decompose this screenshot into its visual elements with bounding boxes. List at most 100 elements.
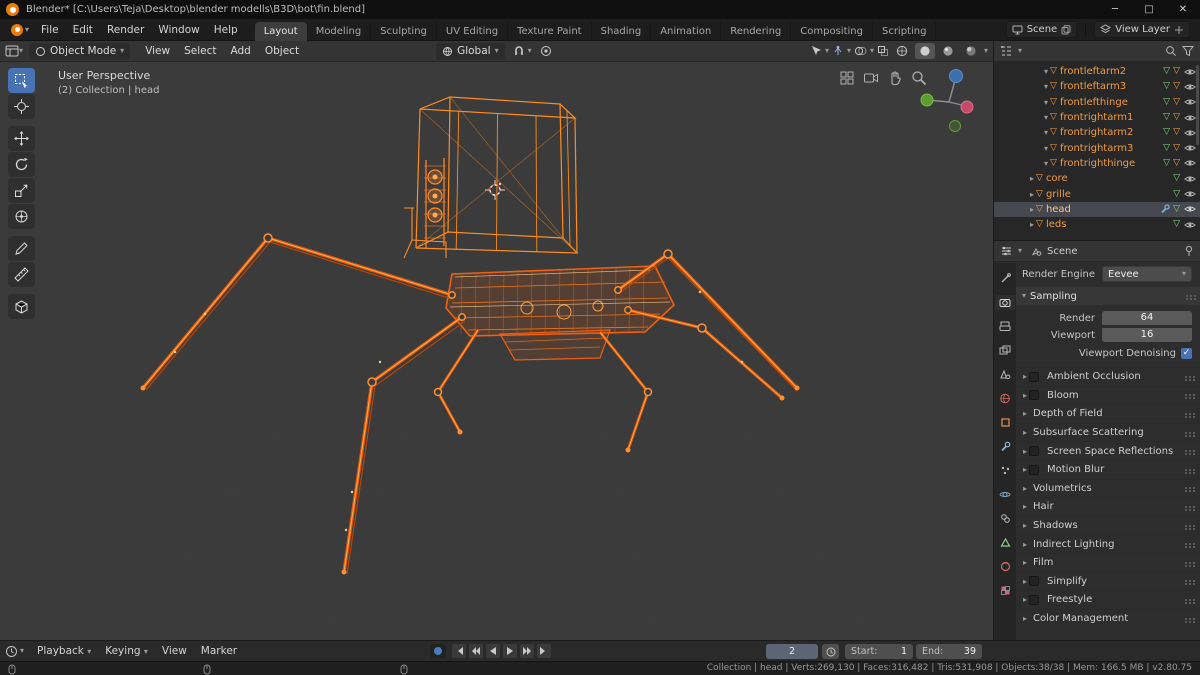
tool-cursor[interactable] <box>8 94 35 119</box>
select-visibility-icon[interactable] <box>810 45 822 57</box>
eye-icon[interactable] <box>1184 98 1196 106</box>
section-checkbox[interactable] <box>1029 390 1040 401</box>
tab-rendering[interactable]: Rendering <box>721 21 792 41</box>
section-checkbox[interactable] <box>1029 371 1040 382</box>
tab-object-data-properties[interactable] <box>995 535 1015 550</box>
outliner-item-frontrightarm2[interactable]: ▾ ▽ frontrightarm2 ▽ ▽ <box>994 125 1200 140</box>
tab-scene-properties[interactable] <box>995 367 1015 382</box>
viewport-denoising-checkbox[interactable] <box>1181 347 1192 359</box>
outliner-item-frontrightarm1[interactable]: ▾ ▽ frontrightarm1 ▽ ▽ <box>994 110 1200 125</box>
editor-type-icon[interactable] <box>5 45 19 57</box>
view-layer-selector[interactable]: View Layer <box>1094 21 1190 38</box>
expand-caret-icon[interactable]: ▸ <box>1030 205 1034 214</box>
tool-select-box[interactable] <box>8 68 35 93</box>
blender-menu-button[interactable]: ▾ <box>6 23 34 36</box>
eye-icon[interactable] <box>1184 190 1196 198</box>
menu-object[interactable]: Object <box>258 43 306 59</box>
outliner-item-head[interactable]: ▸ ▽ head ▽ <box>994 201 1200 217</box>
sampling-section-header[interactable]: ▾ Sampling <box>1016 287 1200 305</box>
eye-icon[interactable] <box>1184 129 1196 137</box>
gizmo-x-axis[interactable] <box>960 100 974 114</box>
eye-icon[interactable] <box>1184 221 1196 229</box>
section-hair[interactable]: ▸ Hair <box>1016 497 1200 516</box>
menu-keying[interactable]: Keying ▾ <box>98 642 155 660</box>
play-button[interactable] <box>503 644 517 658</box>
tab-modeling[interactable]: Modeling <box>307 21 372 41</box>
tab-texture-paint[interactable]: Texture Paint <box>508 21 592 41</box>
menu-edit[interactable]: Edit <box>66 21 100 39</box>
tab-modifier-properties[interactable] <box>995 439 1015 454</box>
properties-editor-icon[interactable] <box>1000 245 1013 257</box>
section-ambient-occlusion[interactable]: ▸ Ambient Occlusion <box>1016 367 1200 386</box>
section-depth-of-field[interactable]: ▸ Depth of Field <box>1016 404 1200 423</box>
menu-view[interactable]: View <box>138 43 177 59</box>
tab-object-properties[interactable] <box>995 415 1015 430</box>
sampling-render-field[interactable]: 64 <box>1102 311 1192 325</box>
filter-funnel-icon[interactable] <box>1182 45 1194 57</box>
eye-icon[interactable] <box>1184 68 1196 76</box>
expand-caret-icon[interactable]: ▾ <box>1044 98 1048 107</box>
tool-measure[interactable] <box>8 262 35 287</box>
menu-file[interactable]: File <box>34 21 66 39</box>
spider-robot-wireframe[interactable] <box>0 62 993 640</box>
menu-add[interactable]: Add <box>224 43 258 59</box>
expand-caret-icon[interactable]: ▾ <box>1044 82 1048 91</box>
minimize-button[interactable]: ─ <box>1098 0 1132 19</box>
render-engine-dropdown[interactable]: Eevee ▾ <box>1102 266 1192 282</box>
play-reverse-button[interactable] <box>486 644 500 658</box>
overlays-toggle-icon[interactable] <box>854 45 867 57</box>
tab-physics-properties[interactable] <box>995 487 1015 502</box>
section-indirect-lighting[interactable]: ▸ Indirect Lighting <box>1016 534 1200 553</box>
section-screen-space-reflections[interactable]: ▸ Screen Space Reflections <box>1016 441 1200 460</box>
ortho-grid-icon[interactable] <box>839 70 855 86</box>
gizmo-y-axis[interactable] <box>920 93 934 107</box>
tab-compositing[interactable]: Compositing <box>791 21 873 41</box>
navigation-gizmo[interactable] <box>911 64 989 142</box>
shading-wireframe-button[interactable] <box>892 43 912 59</box>
outliner-item-frontleftarm3[interactable]: ▾ ▽ frontleftarm3 ▽ ▽ <box>994 79 1200 94</box>
section-checkbox[interactable] <box>1029 464 1040 475</box>
xray-toggle-icon[interactable] <box>877 45 889 57</box>
transform-orientation-dropdown[interactable]: Global ▾ <box>436 42 505 60</box>
menu-window[interactable]: Window <box>151 21 206 39</box>
menu-select[interactable]: Select <box>177 43 223 59</box>
section-simplify[interactable]: ▸ Simplify <box>1016 571 1200 591</box>
tab-active-tool[interactable] <box>995 271 1015 286</box>
tab-shading[interactable]: Shading <box>592 21 652 41</box>
tab-texture-properties[interactable] <box>995 583 1015 598</box>
expand-caret-icon[interactable]: ▸ <box>1030 190 1034 199</box>
tab-view-layer-properties[interactable] <box>995 343 1015 358</box>
sampling-viewport-field[interactable]: 16 <box>1102 328 1192 342</box>
gizmo-z-axis[interactable] <box>949 69 963 83</box>
auto-keyframe-toggle[interactable] <box>430 644 446 658</box>
expand-caret-icon[interactable]: ▾ <box>1044 128 1048 137</box>
gizmo-y-neg-axis[interactable] <box>949 120 961 132</box>
tab-material-properties[interactable] <box>995 559 1015 574</box>
maximize-button[interactable]: □ <box>1132 0 1166 19</box>
section-checkbox[interactable] <box>1029 446 1040 457</box>
tab-render-properties[interactable] <box>995 295 1015 310</box>
expand-caret-icon[interactable]: ▸ <box>1030 174 1034 183</box>
menu-help[interactable]: Help <box>207 21 245 39</box>
use-preview-range-button[interactable] <box>822 644 839 659</box>
section-color-management[interactable]: ▸ Color Management <box>1016 608 1200 628</box>
section-freestyle[interactable]: ▸ Freestyle <box>1016 590 1200 609</box>
outliner-item-grille[interactable]: ▸ ▽ grille ▽ <box>994 186 1200 201</box>
viewport-canvas[interactable]: User Perspective (2) Collection | head <box>0 62 993 640</box>
pin-icon[interactable] <box>1184 245 1194 257</box>
eye-icon[interactable] <box>1184 114 1196 122</box>
gizmo-toggle-icon[interactable] <box>832 45 844 57</box>
pan-hand-icon[interactable] <box>887 70 903 86</box>
menu-render[interactable]: Render <box>100 21 151 39</box>
shading-rendered-button[interactable] <box>961 43 981 59</box>
eye-icon[interactable] <box>1184 83 1196 91</box>
outliner-editor-icon[interactable] <box>1000 45 1013 57</box>
tool-rotate[interactable] <box>8 152 35 177</box>
menu-marker[interactable]: Marker <box>194 642 244 660</box>
mode-dropdown[interactable]: Object Mode ▾ <box>29 42 131 60</box>
scene-selector[interactable]: Scene <box>1005 21 1078 38</box>
section-checkbox[interactable] <box>1029 576 1040 587</box>
menu-view-timeline[interactable]: View <box>155 642 194 660</box>
timeline-editor-icon[interactable] <box>5 645 18 658</box>
outliner-item-frontleftarm2[interactable]: ▾ ▽ frontleftarm2 ▽ ▽ <box>994 64 1200 79</box>
